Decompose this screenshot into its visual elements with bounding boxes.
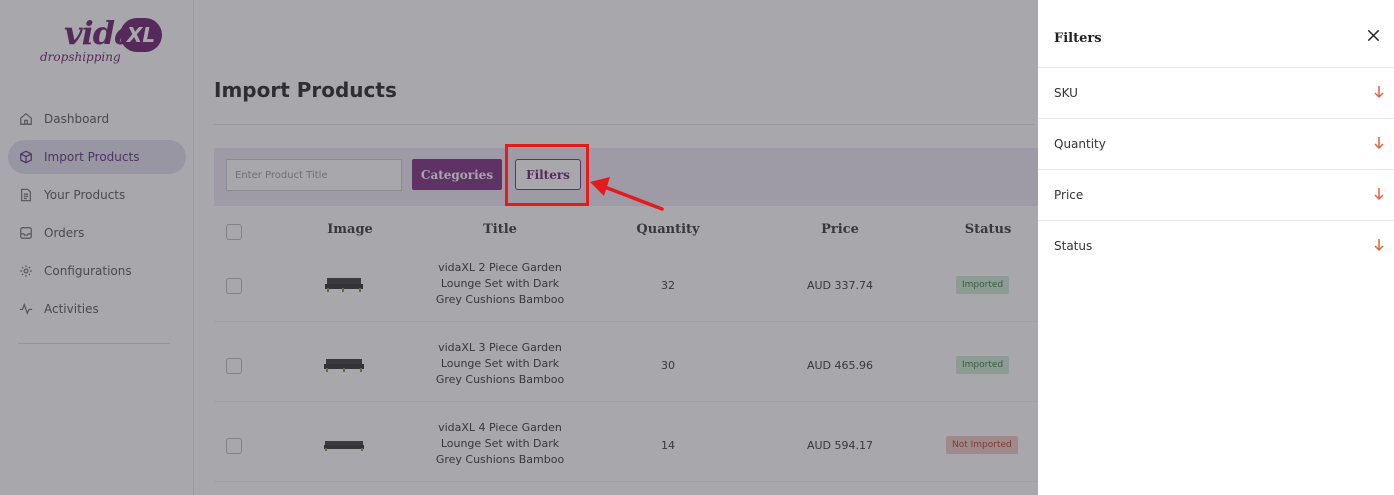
annotation-arrow-icon xyxy=(590,177,664,211)
drawer-header: Filters xyxy=(1038,0,1394,68)
filter-item-sku[interactable]: SKU xyxy=(1038,68,1394,119)
filter-item-quantity[interactable]: Quantity xyxy=(1038,119,1394,170)
filter-item-price[interactable]: Price xyxy=(1038,170,1394,221)
filter-label: Quantity xyxy=(1054,137,1106,151)
arrow-down-icon xyxy=(1374,188,1384,201)
filter-item-status[interactable]: Status xyxy=(1038,221,1394,272)
arrow-down-icon xyxy=(1374,137,1384,150)
annotation-highlight-box xyxy=(505,144,589,206)
filter-label: SKU xyxy=(1054,86,1078,100)
filter-label: Price xyxy=(1054,188,1084,202)
arrow-down-icon xyxy=(1374,239,1384,252)
arrow-down-icon xyxy=(1374,86,1384,99)
drawer-title: Filters xyxy=(1054,31,1102,46)
app-root: vida XL dropshipping Dashboard Import Pr… xyxy=(0,0,1394,495)
modal-backdrop[interactable] xyxy=(0,0,1038,495)
filters-drawer: Filters SKU Quantity Price Status xyxy=(1038,0,1394,495)
close-icon[interactable] xyxy=(1362,24,1384,46)
filter-label: Status xyxy=(1054,239,1093,253)
